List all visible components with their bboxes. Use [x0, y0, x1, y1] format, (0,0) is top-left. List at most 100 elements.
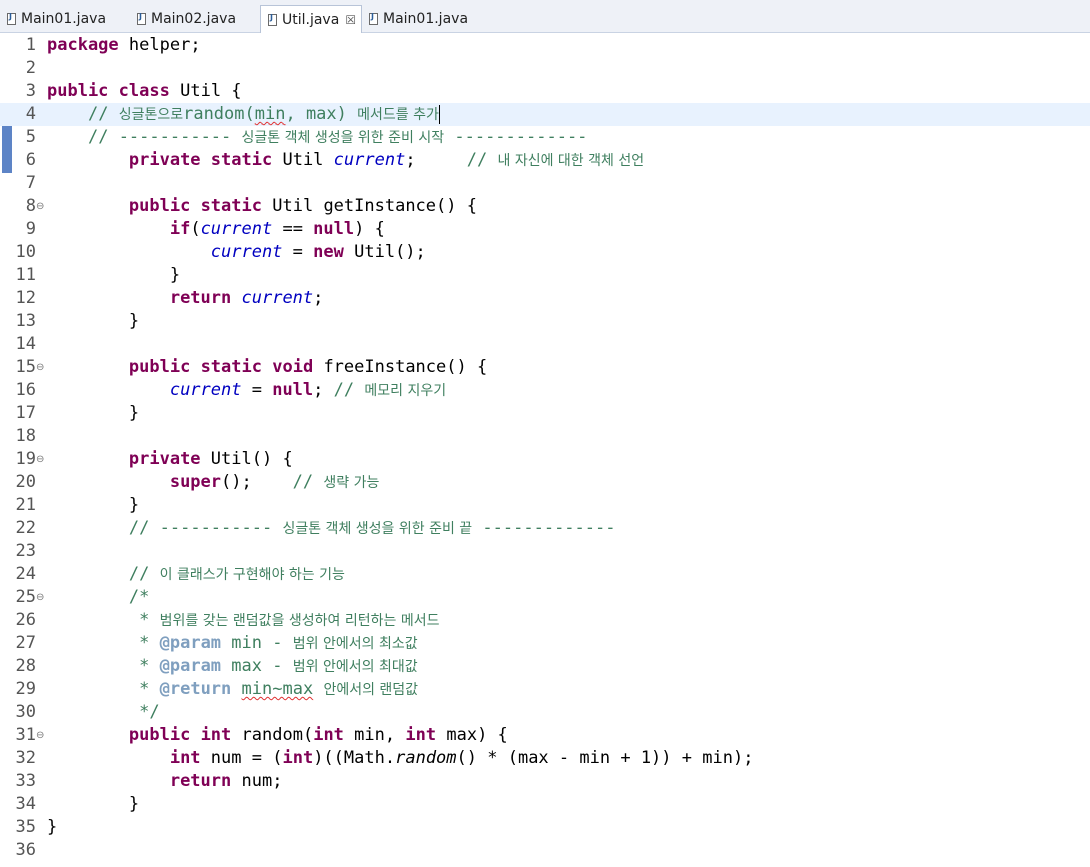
code-line[interactable]: 34 } — [0, 793, 1090, 816]
code-line[interactable]: 7 — [0, 172, 1090, 195]
method-name: random — [395, 748, 457, 768]
code-line[interactable]: 6 private static Util current; // 내 자신에 … — [0, 149, 1090, 172]
line-number: 33 — [15, 771, 36, 791]
field-name: current — [200, 219, 273, 239]
code-line[interactable]: 26 * 범위를 갖는 랜덤값을 생성하여 리턴하는 메서드 — [0, 609, 1090, 632]
code-line[interactable]: 15 ⊖ public static void freeInstance() { — [0, 356, 1090, 379]
keyword: static — [210, 150, 273, 170]
code-line[interactable]: 9 if(current == null) { — [0, 218, 1090, 241]
javadoc-text: min~max — [241, 679, 314, 699]
code-line[interactable]: 19 ⊖ private Util() { — [0, 448, 1090, 471]
keyword: int — [200, 725, 232, 745]
keyword: int — [282, 748, 314, 768]
code-line[interactable]: 31 ⊖ public int random(int min, int max) … — [0, 724, 1090, 747]
line-number: 36 — [15, 840, 36, 860]
tab-util-java[interactable]: Util.java ☒ — [260, 5, 362, 34]
fold-collapse-icon[interactable]: ⊖ — [36, 356, 45, 379]
package-name: helper — [128, 35, 191, 55]
code-line[interactable]: 33 return num; — [0, 770, 1090, 793]
code-line[interactable]: 1 package helper; — [0, 34, 1090, 57]
code-line[interactable]: 20 super(); // 생략 가능 — [0, 471, 1090, 494]
param-name: min — [579, 748, 611, 768]
code-line[interactable]: 2 — [0, 57, 1090, 80]
comment-marker: // — [466, 150, 488, 170]
javadoc-text: - — [272, 656, 283, 676]
line-number: 18 — [15, 426, 36, 446]
param-name: min — [702, 748, 733, 768]
param-name: max — [446, 725, 478, 745]
code-line[interactable]: 16 current = null; // 메모리 지우기 — [0, 379, 1090, 402]
javadoc-tag: @return — [159, 679, 232, 699]
code-line[interactable]: 11 } — [0, 264, 1090, 287]
code-line[interactable]: 3 public class Util { — [0, 80, 1090, 103]
field-name: current — [210, 242, 283, 262]
line-number: 15 — [15, 357, 36, 377]
fold-collapse-icon[interactable]: ⊖ — [36, 448, 45, 471]
code-line[interactable]: 36 — [0, 839, 1090, 862]
comment-marker: // — [128, 564, 150, 584]
fold-collapse-icon[interactable]: ⊖ — [36, 586, 45, 609]
javadoc-text: 범위 안에서의 최소값 — [292, 636, 418, 652]
code-line[interactable]: 5 // ----------- 싱글톤 객체 생성을 위한 준비 시작 ---… — [0, 126, 1090, 149]
comment-text: ------------- — [482, 518, 616, 538]
keyword: return — [169, 288, 232, 308]
comment-text: 메서드를 추가 — [357, 107, 439, 123]
javadoc-text: 안에서의 랜덤값 — [323, 682, 419, 698]
tab-main02-java[interactable]: Main02.java — [130, 5, 260, 33]
class-name: Math — [343, 748, 385, 768]
keyword: super — [169, 472, 222, 492]
line-number: 34 — [15, 794, 36, 814]
fold-collapse-icon[interactable]: ⊖ — [36, 724, 45, 747]
code-line[interactable]: 30 */ — [0, 701, 1090, 724]
java-file-icon — [137, 12, 146, 25]
code-line[interactable]: 17 } — [0, 402, 1090, 425]
code-line[interactable]: 12 return current; — [0, 287, 1090, 310]
line-number: 19 — [15, 449, 36, 469]
code-line[interactable]: 8 ⊖ public static Util getInstance() { — [0, 195, 1090, 218]
code-line[interactable]: 25 ⊖ /* — [0, 586, 1090, 609]
code-editor[interactable]: 1 package helper; 2 3 public class Util { … — [0, 33, 1090, 867]
code-line[interactable]: 22 // ----------- 싱글톤 객체 생성을 위한 준비 끝 ---… — [0, 517, 1090, 540]
code-line[interactable]: 23 — [0, 540, 1090, 563]
javadoc-text: min — [231, 633, 263, 653]
keyword: null — [313, 219, 355, 239]
keyword: public — [128, 196, 191, 216]
javadoc-text: max — [231, 656, 263, 676]
code-line[interactable]: 32 int num = (int)((Math.random() * (max… — [0, 747, 1090, 770]
comment-text: ----------- — [118, 127, 232, 147]
code-line-current[interactable]: 4 // 싱글톤으로random(min, max) 메서드를 추가 — [0, 103, 1090, 126]
comment-marker: // — [333, 380, 355, 400]
param-name: min — [354, 725, 385, 745]
code-line[interactable]: 35} — [0, 816, 1090, 839]
javadoc-text: */ — [139, 702, 160, 722]
code-line[interactable]: 14 — [0, 333, 1090, 356]
code-line[interactable]: 28 * @param max - 범위 안에서의 최대값 — [0, 655, 1090, 678]
javadoc-text: * — [139, 679, 150, 699]
code-line[interactable]: 24 // 이 클래스가 구현해야 하는 기능 — [0, 563, 1090, 586]
close-tab-icon[interactable]: ☒ — [345, 13, 356, 27]
javadoc-text: 범위를 갖는 랜덤값을 생성하여 리턴하는 메서드 — [159, 613, 440, 629]
line-number: 27 — [15, 633, 36, 653]
javadoc-tag: @param — [159, 656, 222, 676]
fold-collapse-icon[interactable]: ⊖ — [36, 195, 45, 218]
field-name: current — [241, 288, 314, 308]
code-line[interactable]: 13 } — [0, 310, 1090, 333]
code-line[interactable]: 27 * @param min - 범위 안에서의 최소값 — [0, 632, 1090, 655]
tab-main01-java[interactable]: Main01.java — [0, 5, 130, 33]
tab-label: Main01.java — [21, 11, 107, 27]
code-line[interactable]: 18 — [0, 425, 1090, 448]
keyword: private — [128, 150, 201, 170]
code-line[interactable]: 10 current = new Util(); — [0, 241, 1090, 264]
comment-marker: // — [128, 518, 150, 538]
tab-main01-java-2[interactable]: Main01.java — [362, 5, 490, 33]
variable-name: num — [210, 748, 242, 768]
line-number: 16 — [15, 380, 36, 400]
comment-text: random(min, max) — [183, 104, 347, 124]
javadoc-text: * — [139, 656, 150, 676]
code-line[interactable]: 29 * @return min~max 안에서의 랜덤값 — [0, 678, 1090, 701]
line-number: 26 — [15, 610, 36, 630]
keyword: public — [47, 81, 109, 101]
java-file-icon — [268, 13, 277, 26]
code-line[interactable]: 21 } — [0, 494, 1090, 517]
java-file-icon — [7, 12, 16, 25]
